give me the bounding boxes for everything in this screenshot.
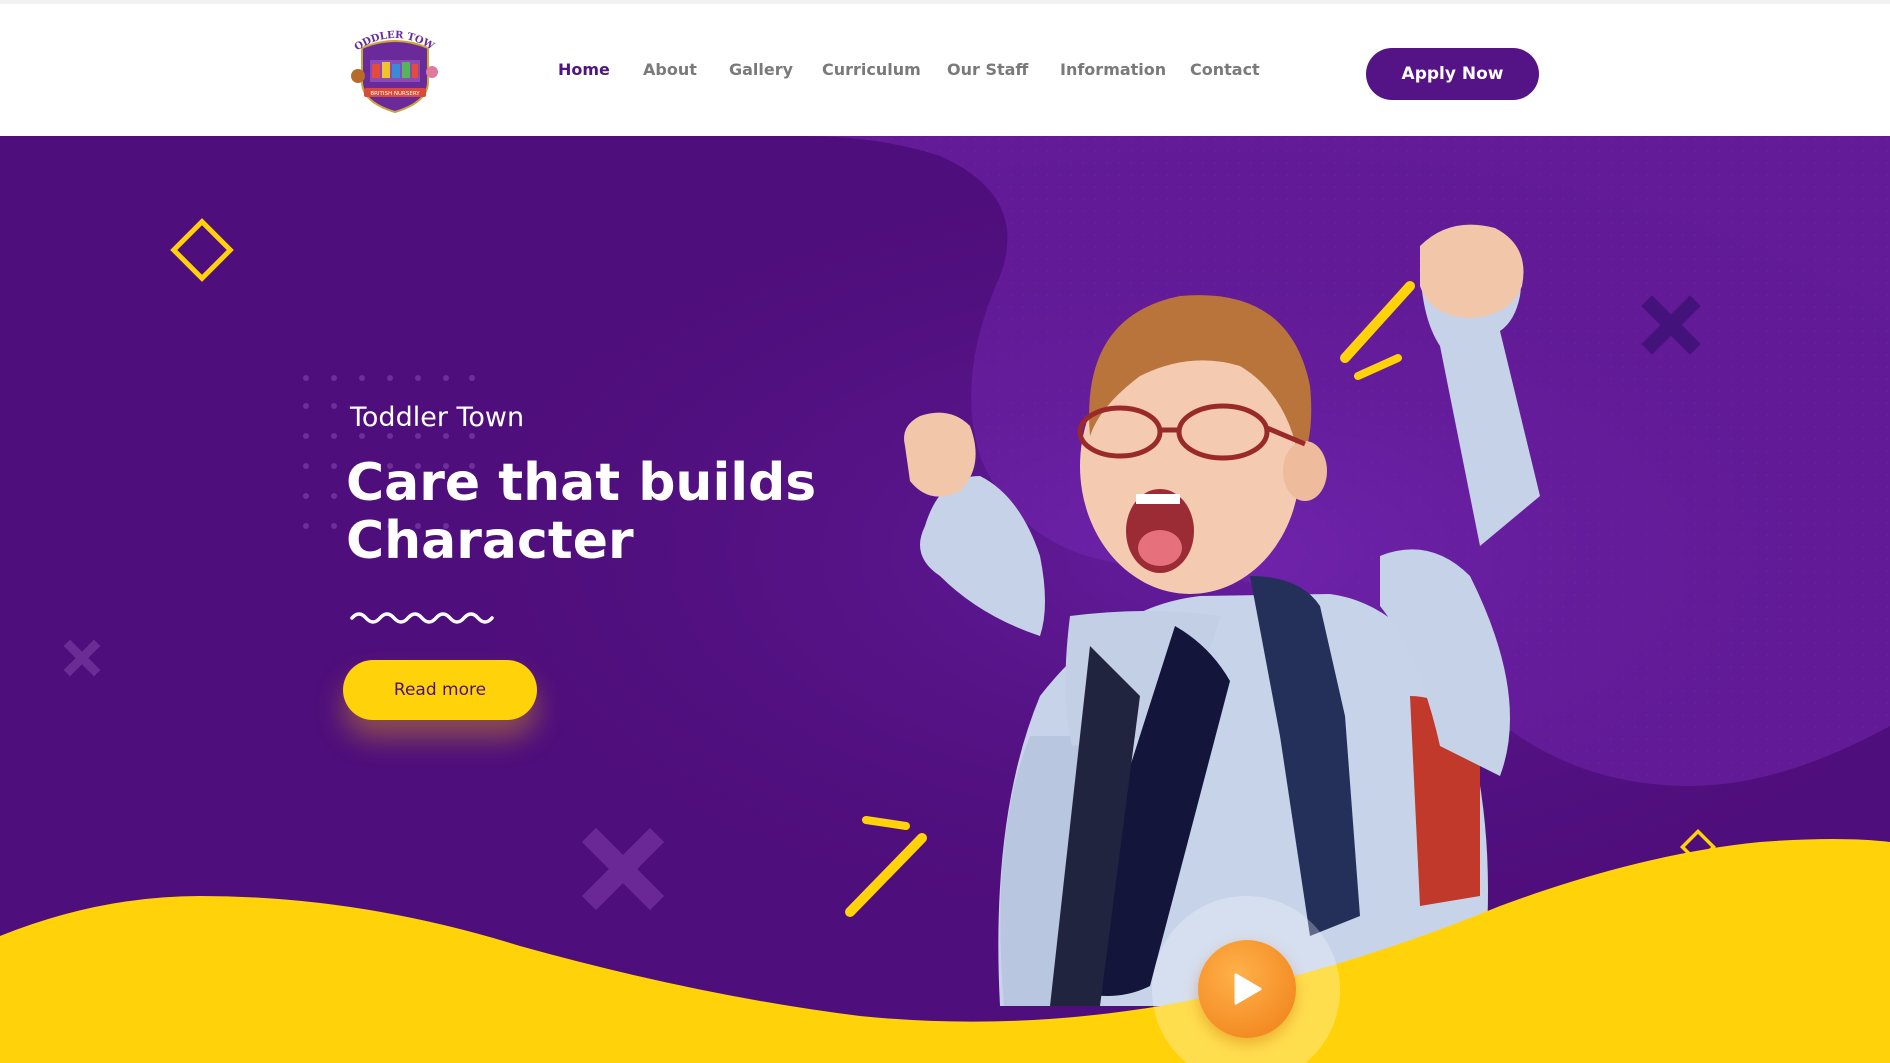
wave-divider-icon: [350, 612, 494, 624]
headline-line-1: Care that builds: [346, 453, 817, 513]
nav-information[interactable]: Information: [1060, 60, 1166, 79]
logo-crest-icon: BRITISH NURSERY TODDLER TOWN: [343, 18, 438, 114]
nav-curriculum[interactable]: Curriculum: [822, 60, 921, 79]
toddler-town-logo[interactable]: BRITISH NURSERY TODDLER TOWN: [343, 18, 442, 114]
hero-section: Toddler Town Care that builds Character …: [0, 136, 1890, 1063]
play-video-button[interactable]: [1198, 940, 1296, 1038]
read-more-button[interactable]: Read more: [343, 660, 537, 720]
logo-banner-text: BRITISH NURSERY: [370, 91, 420, 97]
hero-headline: Care that builds Character: [346, 454, 866, 570]
headline-line-2: Character: [346, 511, 634, 571]
hero-background: [0, 136, 1890, 1063]
site-header: BRITISH NURSERY TODDLER TOWN Home About …: [0, 4, 1890, 136]
play-icon: [1234, 973, 1262, 1005]
nav-home[interactable]: Home: [558, 60, 610, 79]
apply-now-button[interactable]: Apply Now: [1366, 48, 1539, 100]
nav-about[interactable]: About: [643, 60, 697, 79]
hero-brand: Toddler Town: [350, 402, 525, 433]
nav-contact[interactable]: Contact: [1190, 60, 1260, 79]
nav-gallery[interactable]: Gallery: [729, 60, 793, 79]
nav-our-staff[interactable]: Our Staff: [947, 60, 1028, 79]
